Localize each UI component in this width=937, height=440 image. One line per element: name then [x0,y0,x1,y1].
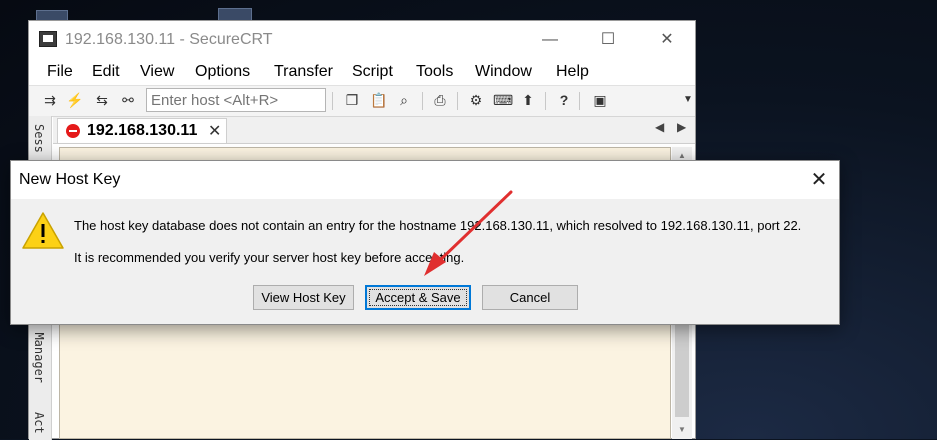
dialog-close-button[interactable]: ✕ [801,165,837,195]
toolbar-separator [545,92,546,110]
print-icon[interactable]: ⎙ [431,91,449,109]
session-tab-bar: 192.168.130.11 ✕ ◀ ▶ [53,117,695,144]
toolbar-separator [457,92,458,110]
settings-icon[interactable]: ⚙ [467,91,485,109]
close-tab-icon[interactable]: ✕ [208,121,221,141]
dialog-titlebar: New Host Key ✕ [11,161,839,199]
host-input[interactable] [146,88,326,112]
dialog-title: New Host Key [19,171,121,188]
quick-connect-icon[interactable]: ⚡ [66,91,84,109]
session-tab[interactable]: 192.168.130.11 ✕ [57,118,227,143]
paste-icon[interactable]: 📋 [370,91,388,109]
menu-script[interactable]: Script [352,63,393,81]
session-sidebar-label[interactable]: Sess [32,124,46,153]
session-tab-label: 192.168.130.11 [87,122,198,139]
accept-save-button[interactable]: Accept & Save [365,285,471,310]
tab-scroll-right-icon[interactable]: ▶ [677,120,686,134]
dropdown-icon[interactable]: ▼ [679,91,697,109]
menu-window[interactable]: Window [475,63,532,81]
toolbar: ⇉ ⚡ ⇆ ⚯ ❐ 📋 ⌕ ⎙ ⚙ ⌨ ⬆ ? ▣ ▼ [29,85,695,117]
menu-tools[interactable]: Tools [416,63,453,81]
disconnected-status-icon [66,124,80,138]
view-host-key-button[interactable]: View Host Key [253,285,354,310]
dialog-message-line2: It is recommended you verify your server… [74,250,465,265]
sftp-icon[interactable]: ⬆ [519,91,537,109]
menu-view[interactable]: View [140,63,174,81]
menu-file[interactable]: File [47,63,73,81]
tab-scroll-left-icon[interactable]: ◀ [655,120,664,134]
scroll-down-icon[interactable]: ▼ [672,421,692,439]
toolbar-separator [332,92,333,110]
copy-icon[interactable]: ❐ [343,91,361,109]
session-manager-label[interactable]: l Manager [32,318,46,383]
screenshot-icon[interactable]: ▣ [591,91,609,109]
menu-bar: File Edit View Options Transfer Script T… [29,61,695,85]
menu-transfer[interactable]: Transfer [274,63,333,81]
minimize-button[interactable]: — [536,27,564,53]
reconnect-icon[interactable]: ⇆ [93,91,111,109]
window-title: 192.168.130.11 - SecureCRT [65,31,273,48]
close-button[interactable]: ✕ [653,27,681,53]
keymap-icon[interactable]: ⌨ [493,91,513,109]
dialog-message-line1: The host key database does not contain a… [74,218,802,233]
activity-sidebar-label[interactable]: Act [32,412,46,434]
menu-options[interactable]: Options [195,63,250,81]
disconnect-icon[interactable]: ⚯ [119,91,137,109]
menu-help[interactable]: Help [556,63,589,81]
warning-icon [22,212,64,249]
window-titlebar: 192.168.130.11 - SecureCRT — ☐ ✕ [29,21,695,59]
menu-edit[interactable]: Edit [92,63,120,81]
toolbar-separator [579,92,580,110]
toolbar-separator [422,92,423,110]
find-icon[interactable]: ⌕ [395,91,413,109]
cancel-button[interactable]: Cancel [482,285,578,310]
securecrt-app-icon [39,31,57,47]
new-host-key-dialog: New Host Key ✕ The host key database doe… [10,160,840,325]
connect-icon[interactable]: ⇉ [41,91,59,109]
help-icon[interactable]: ? [555,91,573,109]
maximize-button[interactable]: ☐ [594,27,622,53]
